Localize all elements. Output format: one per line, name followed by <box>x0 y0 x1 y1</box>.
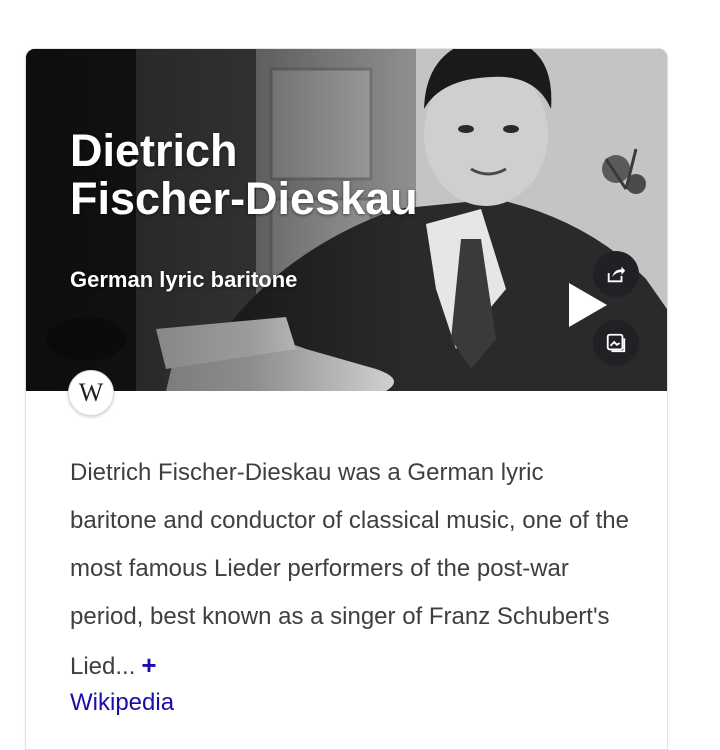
wikipedia-icon[interactable]: W <box>68 370 114 416</box>
expand-description-button[interactable]: + <box>141 650 156 680</box>
entity-description: Dietrich Fischer-Dieskau was a German ly… <box>70 449 630 691</box>
share-button[interactable] <box>593 251 639 297</box>
wikipedia-source-link[interactable]: Wikipedia <box>70 689 174 717</box>
title-line-1: Dietrich <box>70 125 238 176</box>
wikipedia-badge-letter: W <box>78 378 104 407</box>
hero-image[interactable]: Dietrich Fischer-Dieskau German lyric ba… <box>26 49 667 391</box>
title-line-2: Fischer-Dieskau <box>70 173 418 224</box>
view-images-button[interactable] <box>593 320 639 366</box>
images-icon <box>606 333 626 353</box>
description-text: Dietrich Fischer-Dieskau was a German ly… <box>70 459 629 680</box>
share-icon <box>607 266 626 283</box>
entity-title: Dietrich Fischer-Dieskau <box>70 127 490 223</box>
entity-subtitle: German lyric baritone <box>70 267 298 292</box>
knowledge-panel: Dietrich Fischer-Dieskau German lyric ba… <box>25 48 668 750</box>
